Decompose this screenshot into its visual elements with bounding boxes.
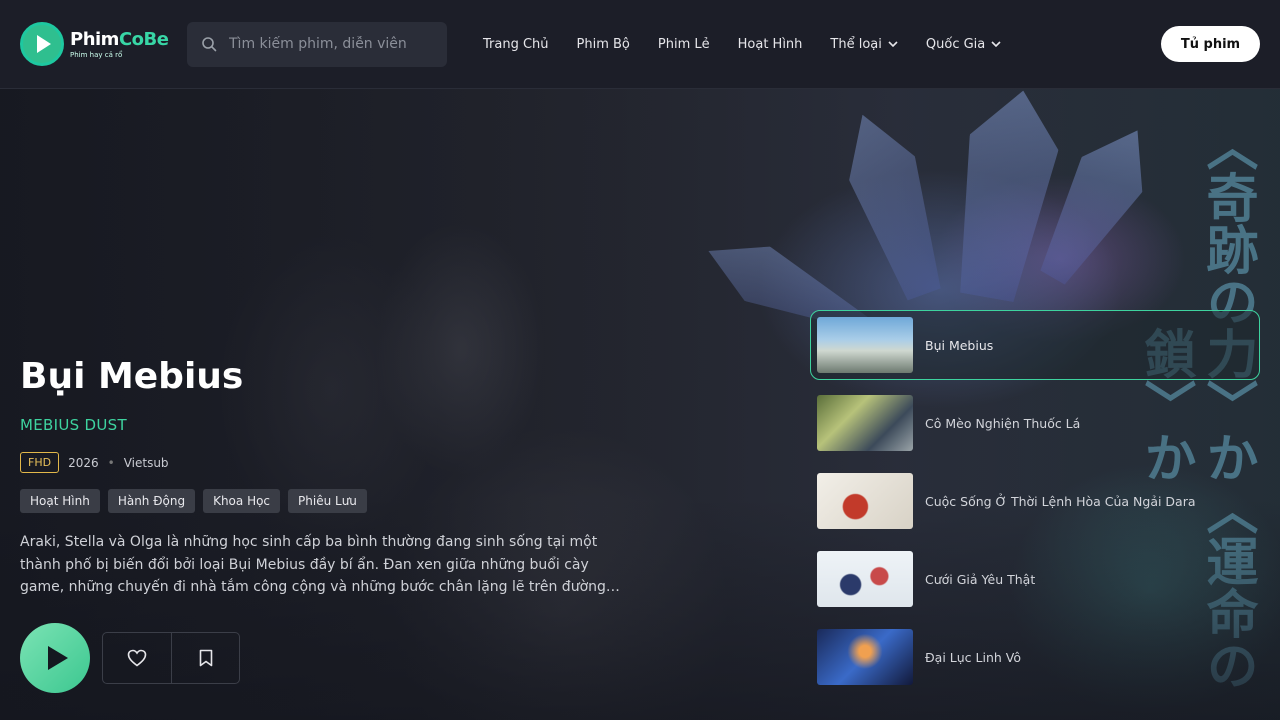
main-nav: Trang Chủ Phim Bộ Phim Lẻ Hoạt Hình Thể … xyxy=(483,37,1029,52)
genre-tag[interactable]: Khoa Học xyxy=(203,489,281,513)
featured-title: Cuộc Sống Ở Thời Lệnh Hòa Của Ngải Dara xyxy=(925,493,1196,509)
nav-item-countries[interactable]: Quốc Gia xyxy=(926,37,1001,52)
genre-tags: Hoạt Hình Hành Động Khoa Học Phiêu Lưu xyxy=(20,489,640,513)
action-icon-group xyxy=(102,632,240,684)
library-button[interactable]: Tủ phim xyxy=(1161,26,1260,62)
release-year: 2026 xyxy=(68,455,99,470)
featured-thumbnail xyxy=(817,317,913,373)
background-crystal xyxy=(942,83,1067,305)
logo-name: PhimCoBe xyxy=(70,29,169,50)
background-crystal xyxy=(830,103,961,305)
featured-item[interactable]: Cưới Giả Yêu Thật xyxy=(810,544,1260,614)
featured-thumbnail xyxy=(817,473,913,529)
top-header: PhimCoBe Phim hay cả rổ Trang Chủ Phim B… xyxy=(0,0,1280,89)
movie-meta: FHD 2026 • Vietsub xyxy=(20,452,640,473)
featured-item[interactable]: Đại Lục Linh Vô xyxy=(810,622,1260,692)
featured-title: Bụi Mebius xyxy=(925,337,994,353)
search-box[interactable] xyxy=(187,21,447,67)
nav-item-home[interactable]: Trang Chủ xyxy=(483,37,549,52)
search-icon xyxy=(202,37,217,52)
featured-title: Cưới Giả Yêu Thật xyxy=(925,571,1036,587)
site-logo[interactable]: PhimCoBe Phim hay cả rổ xyxy=(20,22,187,66)
logo-play-icon xyxy=(20,22,64,66)
featured-title: Đại Lục Linh Vô xyxy=(925,649,1022,665)
favorite-button[interactable] xyxy=(103,633,171,683)
hero-info: Bụi Mebius MEBIUS DUST FHD 2026 • Vietsu… xyxy=(20,350,640,693)
nav-item-movies[interactable]: Phim Lẻ xyxy=(658,37,710,52)
play-icon xyxy=(47,646,68,670)
featured-thumbnail xyxy=(817,629,913,685)
language-label: Vietsub xyxy=(123,455,169,470)
genre-tag[interactable]: Hành Động xyxy=(107,489,196,513)
featured-title: Cô Mèo Nghiện Thuốc Lá xyxy=(925,415,1081,431)
play-button[interactable] xyxy=(20,623,90,693)
bookmark-button[interactable] xyxy=(171,633,239,683)
movie-title: Bụi Mebius xyxy=(20,356,244,397)
background-crystal xyxy=(1022,113,1168,295)
featured-thumbnail xyxy=(817,395,913,451)
featured-item[interactable]: Cô Mèo Nghiện Thuốc Lá xyxy=(810,388,1260,458)
hero-actions xyxy=(20,623,640,693)
featured-item[interactable]: Cuộc Sống Ở Thời Lệnh Hòa Của Ngải Dara xyxy=(810,466,1260,536)
movie-original-title: MEBIUS DUST xyxy=(20,416,127,434)
logo-tagline: Phim hay cả rổ xyxy=(70,51,123,59)
genre-tag[interactable]: Phiêu Lưu xyxy=(288,489,367,513)
chevron-down-icon xyxy=(991,41,1001,47)
bookmark-icon xyxy=(199,649,212,667)
meta-separator: • xyxy=(107,455,115,470)
featured-item[interactable]: Bụi Mebius xyxy=(810,310,1260,380)
nav-item-series[interactable]: Phim Bộ xyxy=(577,37,630,52)
genre-tag[interactable]: Hoạt Hình xyxy=(20,489,100,513)
nav-item-genres[interactable]: Thể loại xyxy=(830,37,898,52)
movie-description: Araki, Stella và Olga là những học sinh … xyxy=(20,534,620,595)
heart-icon xyxy=(127,649,147,667)
quality-badge: FHD xyxy=(20,452,60,473)
search-input[interactable] xyxy=(229,36,419,52)
featured-thumbnail xyxy=(817,551,913,607)
chevron-down-icon xyxy=(888,41,898,47)
featured-list: Bụi Mebius Cô Mèo Nghiện Thuốc Lá Cuộc S… xyxy=(810,310,1260,700)
nav-item-animation[interactable]: Hoạt Hình xyxy=(738,37,803,52)
